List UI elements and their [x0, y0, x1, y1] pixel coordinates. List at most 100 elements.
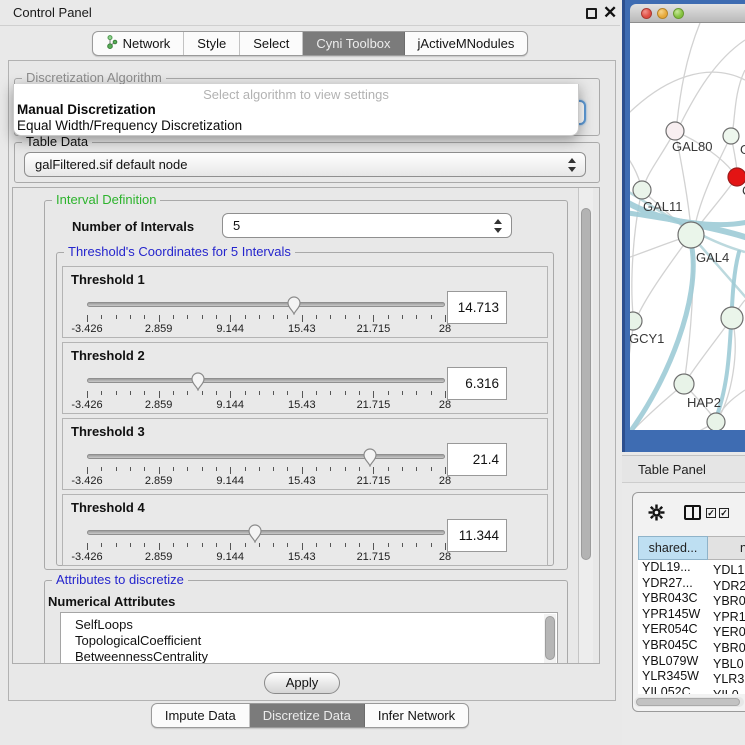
settings-vertical-scrollbar[interactable] — [578, 188, 593, 663]
threshold-panel: Threshold 3 -3.4262.8599.14415.4321.7152… — [62, 418, 548, 490]
numerical-attributes-list[interactable]: SelfLoopsTopologicalCoefficientBetweenne… — [60, 612, 558, 663]
column-header-shared-name[interactable]: shared... — [638, 536, 708, 560]
scrollbar-thumb[interactable] — [636, 698, 740, 706]
slider-track[interactable] — [87, 302, 445, 307]
table-row[interactable]: YBL079WYBL0 — [638, 654, 745, 670]
node-table: shared... na YDL19...YDL1YDR27...YDR2YBR… — [638, 536, 745, 694]
slider-track[interactable] — [87, 378, 445, 383]
scrollbar-thumb[interactable] — [581, 208, 591, 560]
control-panel-titlebar: Control Panel ✕ — [0, 0, 620, 26]
table-data-group-title: Table Data — [22, 134, 92, 149]
apply-button[interactable]: Apply — [264, 672, 340, 694]
slider-track[interactable] — [87, 530, 445, 535]
network-node[interactable] — [666, 122, 684, 140]
top-tab-group: Network Style Select Cyni Toolbox jActiv… — [92, 31, 529, 56]
column-header-name[interactable]: na — [708, 536, 745, 560]
slider-thumb-icon[interactable] — [286, 295, 301, 315]
network-window-titlebar[interactable] — [630, 4, 745, 23]
checkbox-checked-icon[interactable]: ✓ — [719, 508, 729, 518]
dropdown-arrows-icon — [567, 157, 576, 173]
network-node[interactable] — [707, 413, 725, 430]
zoom-traffic-light-icon[interactable] — [673, 8, 684, 19]
threshold-slider[interactable]: -3.4262.8599.14415.4321.71528 — [87, 371, 445, 413]
spinner-arrows-icon — [493, 218, 502, 234]
discretization-algorithm-group-title: Discretization Algorithm — [22, 70, 166, 85]
threshold-value-field[interactable]: 21.4 — [447, 443, 507, 476]
minimize-traffic-light-icon[interactable] — [657, 8, 668, 19]
tab-impute-data-label: Impute Data — [165, 708, 236, 723]
table-row[interactable]: YDR27...YDR2 — [638, 576, 745, 592]
slider-tick-labels: -3.4262.8599.14415.4321.71528 — [87, 551, 445, 563]
split-columns-icon[interactable] — [684, 505, 701, 520]
tab-cyni-toolbox[interactable]: Cyni Toolbox — [303, 32, 404, 55]
number-of-intervals-value: 5 — [233, 214, 240, 237]
attribute-item[interactable]: SelfLoops — [61, 613, 557, 633]
bottom-tab-group: Impute Data Discretize Data Infer Networ… — [151, 703, 469, 728]
close-traffic-light-icon[interactable] — [641, 8, 652, 19]
network-node[interactable] — [633, 181, 651, 199]
number-of-intervals-spinner[interactable]: 5 — [222, 213, 512, 238]
slider-thumb-icon[interactable] — [190, 371, 205, 391]
threshold-panel: Threshold 2 -3.4262.8599.14415.4321.7152… — [62, 342, 548, 414]
attribute-item[interactable]: TopologicalCoefficient — [61, 633, 557, 649]
threshold-value-field[interactable]: 6.316 — [447, 367, 507, 400]
threshold-panel: Threshold 1 -3.4262.8599.14415.4321.7152… — [62, 266, 548, 338]
table-row[interactable]: YBR045CYBR0 — [638, 638, 745, 654]
network-canvas[interactable]: GAL80GACGAL11GAL4GCY1HHAP2 — [630, 23, 745, 430]
network-node[interactable] — [630, 312, 642, 330]
network-node[interactable] — [721, 307, 743, 329]
algorithm-option-equal-width-frequency[interactable]: Equal Width/Frequency Discretization — [17, 118, 242, 133]
network-node[interactable] — [723, 128, 739, 144]
numerical-attributes-label: Numerical Attributes — [48, 594, 175, 609]
network-node[interactable] — [678, 222, 704, 248]
threshold-slider[interactable]: -3.4262.8599.14415.4321.71528 — [87, 447, 445, 489]
slider-tick-labels: -3.4262.8599.14415.4321.71528 — [87, 475, 445, 487]
tab-jactivemnodules[interactable]: jActiveMNodules — [405, 32, 528, 55]
threshold-value-field[interactable]: 14.713 — [447, 291, 507, 324]
slider-tick-labels: -3.4262.8599.14415.4321.71528 — [87, 399, 445, 411]
threshold-slider[interactable]: -3.4262.8599.14415.4321.71528 — [87, 295, 445, 337]
settings-gear-icon[interactable] — [648, 504, 665, 526]
tab-impute-data[interactable]: Impute Data — [152, 704, 250, 727]
table-row[interactable]: YBR043CYBR0 — [638, 591, 745, 607]
table-panel-titlebar: Table Panel — [622, 455, 745, 483]
panel-title: Control Panel — [13, 0, 92, 26]
slider-thumb-icon[interactable] — [248, 523, 263, 543]
number-of-intervals-label: Number of Intervals — [72, 219, 194, 234]
table-horizontal-scrollbar[interactable] — [634, 697, 744, 707]
table-row[interactable]: YDL19...YDL1 — [638, 560, 745, 576]
table-data-dropdown[interactable]: galFiltered.sif default node — [24, 152, 586, 177]
network-node-label: GA — [740, 142, 745, 157]
slider-tick-labels: -3.4262.8599.14415.4321.71528 — [87, 323, 445, 335]
table-rows[interactable]: YDL19...YDL1YDR27...YDR2YBR043CYBR0YPR14… — [638, 560, 745, 694]
network-node-label: GCY1 — [630, 331, 664, 346]
table-row[interactable]: YPR145WYPR1 — [638, 607, 745, 623]
tab-select[interactable]: Select — [240, 32, 303, 55]
slider-track[interactable] — [87, 454, 445, 459]
checkbox-checked-icon[interactable]: ✓ — [706, 508, 716, 518]
threshold-label: Threshold 2 — [71, 348, 145, 363]
tab-cyni-toolbox-label: Cyni Toolbox — [316, 36, 390, 51]
algorithm-option-manual-discretization[interactable]: Manual Discretization — [17, 102, 156, 117]
tab-discretize-data[interactable]: Discretize Data — [250, 704, 365, 727]
close-icon[interactable]: ✕ — [603, 1, 617, 25]
attribute-item[interactable]: BetweennessCentrality — [61, 649, 557, 663]
network-node-label: GAL11 — [643, 199, 683, 214]
tab-style[interactable]: Style — [184, 32, 240, 55]
tab-network[interactable]: Network — [93, 32, 185, 55]
network-node-label: HAP2 — [687, 395, 721, 410]
app-root: Control Panel ✕ Network Style Select — [0, 0, 745, 745]
attributes-list-scrollbar[interactable] — [544, 614, 556, 663]
table-row[interactable]: YIL052CYIL0 — [638, 685, 745, 694]
table-row[interactable]: YER054CYER0 — [638, 622, 745, 638]
slider-ticks — [87, 391, 445, 398]
thresholds-group-title: Threshold's Coordinates for 5 Intervals — [64, 244, 295, 259]
tab-infer-network[interactable]: Infer Network — [365, 704, 468, 727]
threshold-slider[interactable]: -3.4262.8599.14415.4321.71528 — [87, 523, 445, 565]
table-row[interactable]: YLR345WYLR3 — [638, 669, 745, 685]
float-window-icon[interactable] — [586, 8, 597, 19]
threshold-value-field[interactable]: 11.344 — [447, 519, 507, 552]
network-node[interactable] — [674, 374, 694, 394]
slider-ticks — [87, 467, 445, 474]
slider-thumb-icon[interactable] — [362, 447, 377, 467]
